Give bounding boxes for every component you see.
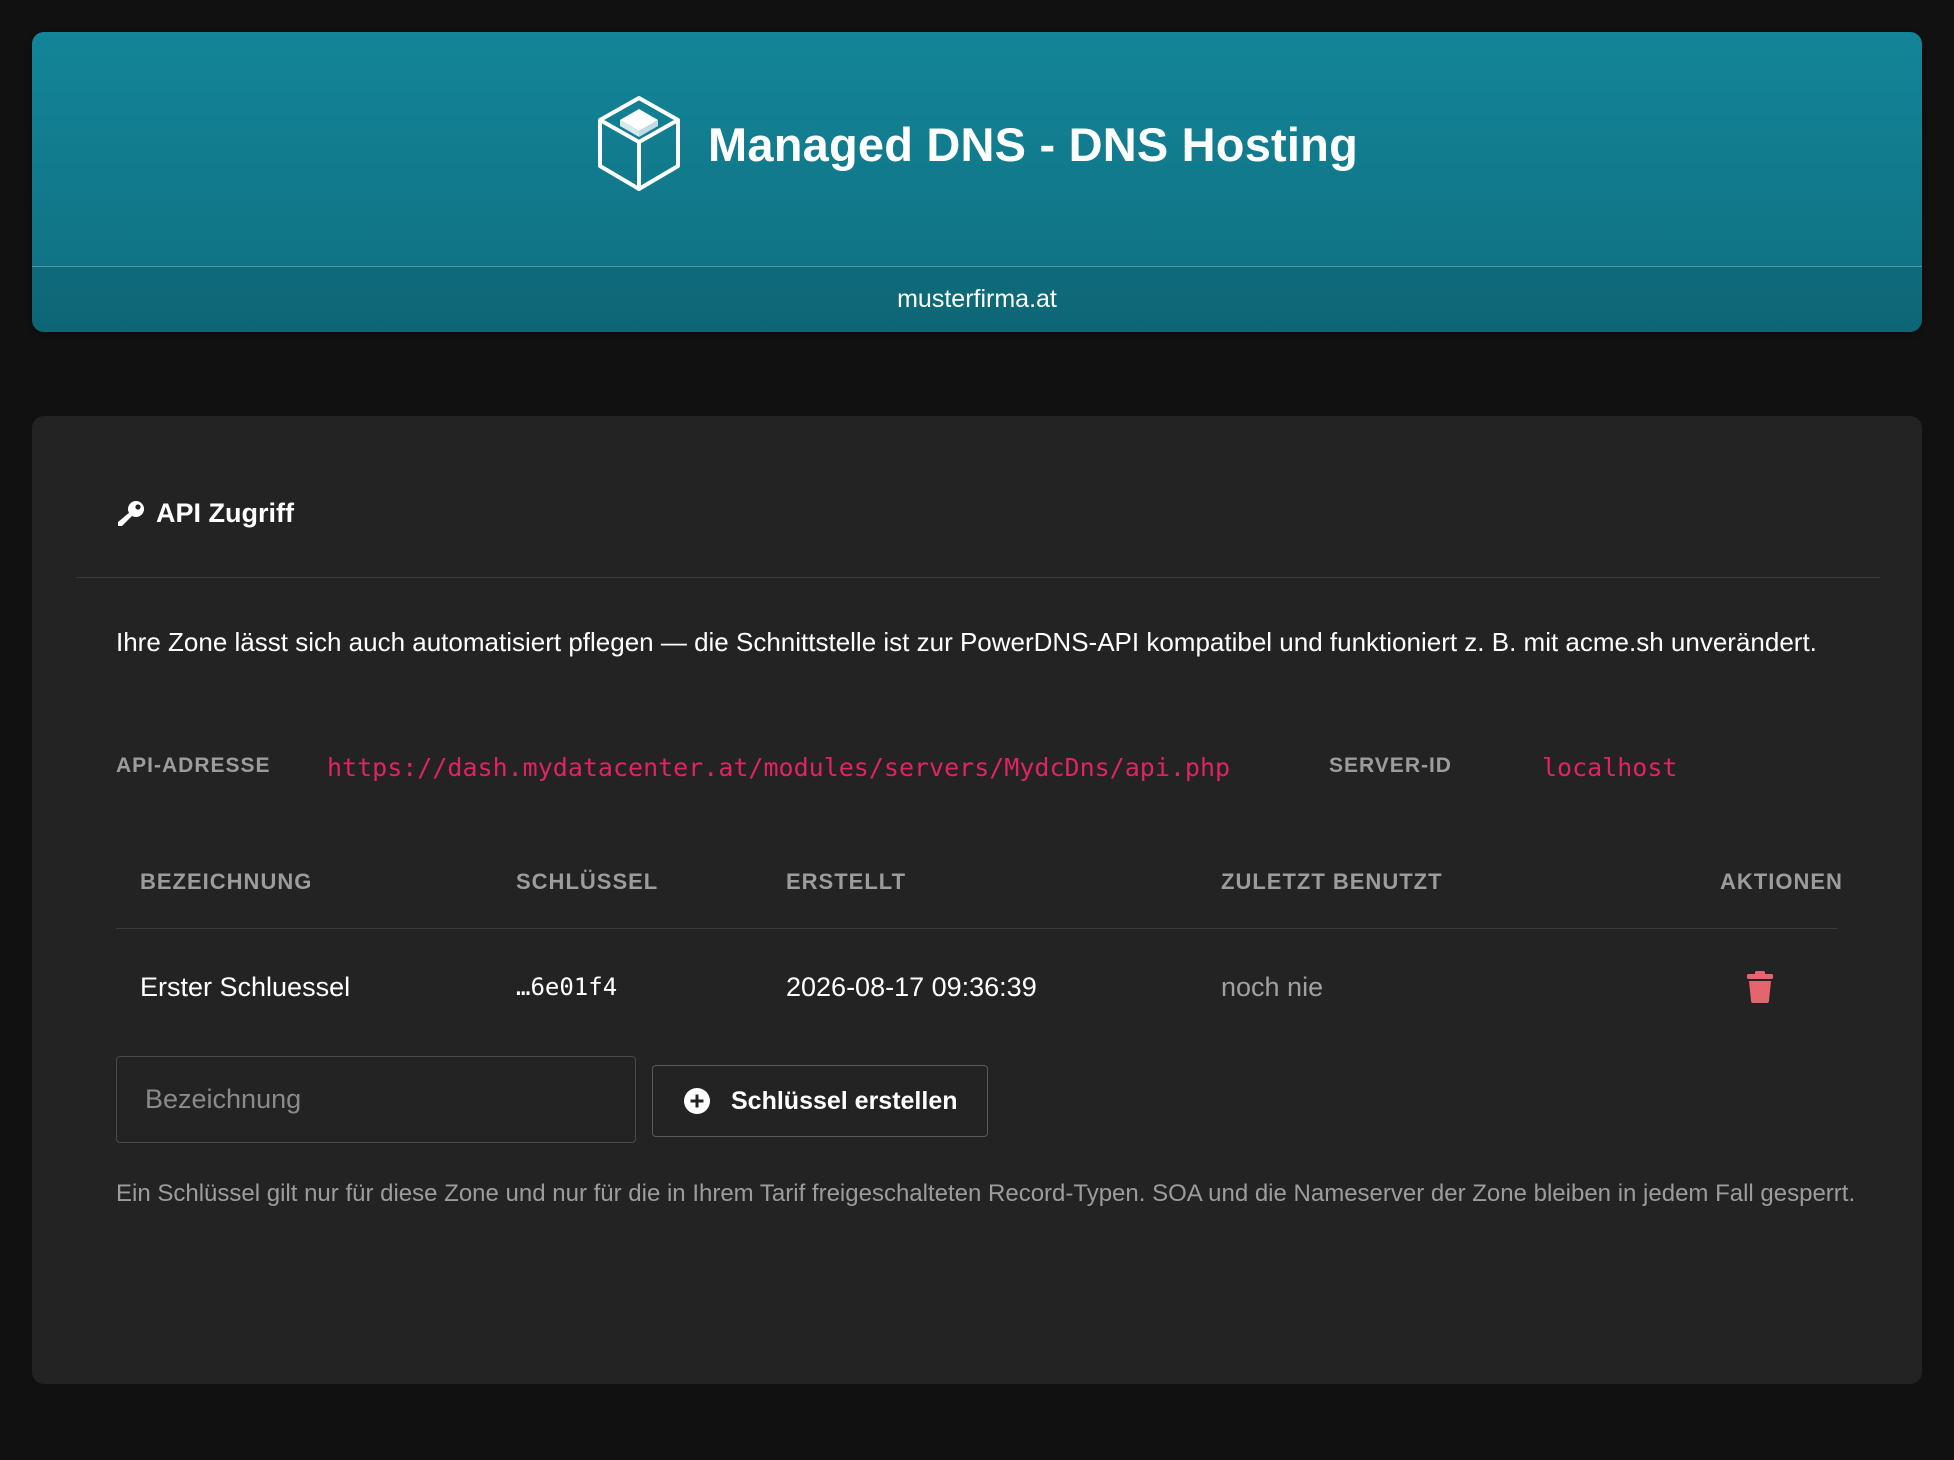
cube-icon <box>598 96 681 191</box>
trash-icon <box>1747 971 1773 1003</box>
column-header-key: SCHLÜSSEL <box>516 869 659 894</box>
key-icon <box>118 500 144 526</box>
api-address-label: API-ADRESSE <box>116 754 271 777</box>
header-card: Managed DNS - DNS Hosting musterfirma.at <box>32 32 1922 332</box>
api-access-title: API Zugriff <box>156 498 294 528</box>
domain-label: musterfirma.at <box>32 267 1922 332</box>
header-banner: Managed DNS - DNS Hosting <box>32 32 1922 266</box>
key-fingerprint-cell: …6e01f4 <box>516 973 618 1001</box>
column-header-name: BEZEICHNUNG <box>140 869 313 894</box>
server-id-label: SERVER-ID <box>1329 754 1452 777</box>
table-header: BEZEICHNUNG SCHLÜSSEL ERSTELLT ZULETZT B… <box>116 836 1842 929</box>
create-key-label: Schlüssel erstellen <box>731 1086 958 1115</box>
create-key-button[interactable]: Schlüssel erstellen <box>652 1065 988 1137</box>
key-name-input[interactable] <box>116 1056 636 1143</box>
key-name-cell: Erster Schluessel <box>140 972 351 1002</box>
api-address-value: https://dash.mydatacenter.at/modules/ser… <box>327 753 1231 782</box>
column-header-created: ERSTELLT <box>786 869 907 894</box>
api-access-heading: API Zugriff <box>116 498 294 529</box>
api-keys-table: BEZEICHNUNG SCHLÜSSEL ERSTELLT ZULETZT B… <box>116 836 1842 1045</box>
header-brand: Managed DNS - DNS Hosting <box>596 95 1358 193</box>
api-footnote: Ein Schlüssel gilt nur für diese Zone un… <box>116 1180 1856 1207</box>
delete-key-button[interactable] <box>1742 969 1778 1005</box>
key-last-used-cell: noch nie <box>1221 972 1324 1002</box>
api-intro-text: Ihre Zone lässt sich auch automatisiert … <box>116 627 1817 657</box>
column-header-last-used: ZULETZT BENUTZT <box>1221 869 1443 894</box>
plus-circle-icon <box>684 1088 710 1114</box>
key-created-cell: 2026-08-17 09:36:39 <box>786 972 1037 1002</box>
server-id-value: localhost <box>1542 753 1678 782</box>
section-divider <box>76 577 1880 578</box>
api-meta-row: API-ADRESSE https://dash.mydatacenter.at… <box>116 746 1836 786</box>
page: Managed DNS - DNS Hosting musterfirma.at… <box>0 0 1954 1460</box>
column-header-actions: AKTIONEN <box>1720 869 1843 894</box>
table-row: Erster Schluessel …6e01f4 2026-08-17 09:… <box>116 929 1838 1045</box>
api-access-card: API Zugriff Ihre Zone lässt sich auch au… <box>32 416 1922 1384</box>
page-title: Managed DNS - DNS Hosting <box>708 117 1358 171</box>
